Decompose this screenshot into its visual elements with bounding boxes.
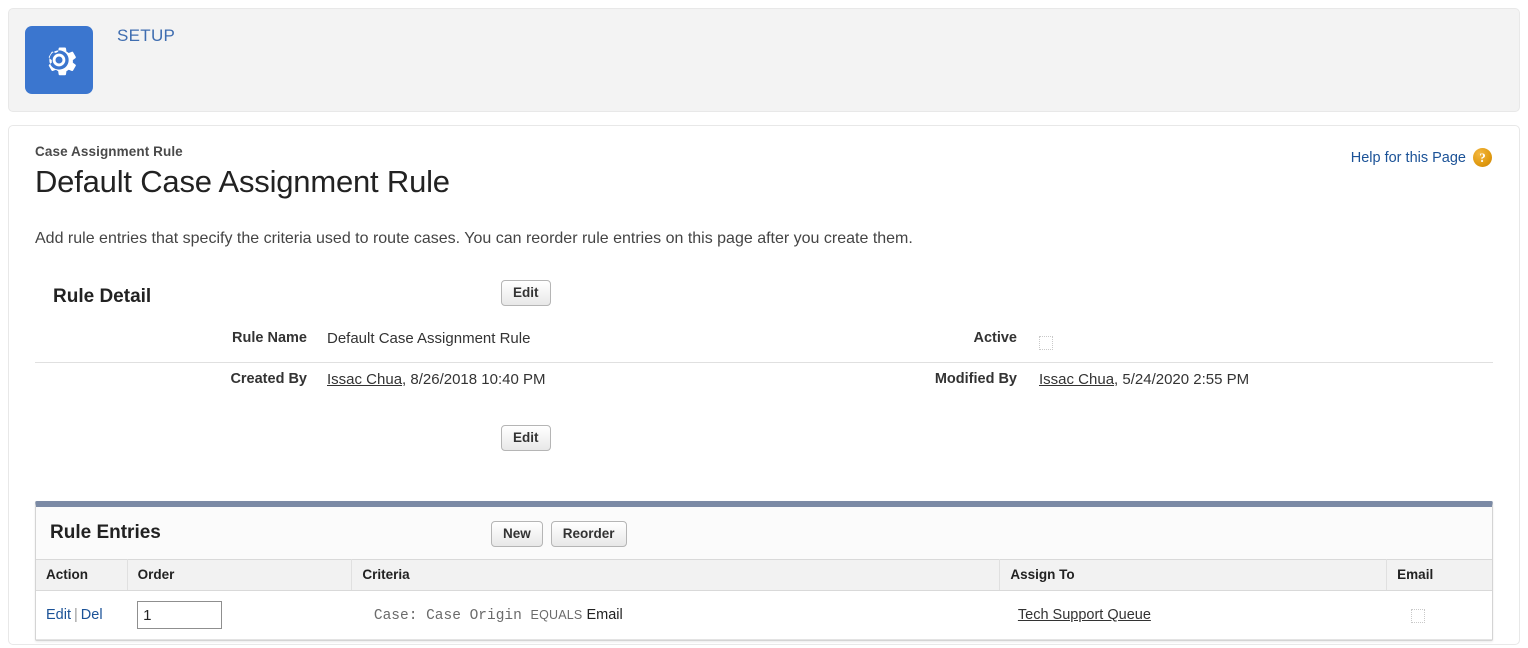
active-checkbox[interactable]	[1039, 336, 1053, 350]
help-for-this-page[interactable]: Help for this Page ?	[1351, 148, 1492, 167]
assign-to-link[interactable]: Tech Support Queue	[1018, 607, 1151, 623]
row-assign-to-cell: Tech Support Queue	[999, 590, 1387, 640]
criteria-field: Case: Case Origin	[373, 607, 522, 624]
edit-button-top[interactable]: Edit	[501, 280, 551, 306]
created-by-user-link[interactable]: Issac Chua	[327, 371, 402, 388]
help-link-label[interactable]: Help for this Page	[1351, 150, 1466, 166]
column-header-order: Order	[127, 559, 353, 591]
page-description: Add rule entries that specify the criter…	[35, 230, 913, 247]
rule-entries-header: Rule Entries New Reorder	[36, 507, 1492, 559]
rule-detail-fields: Rule Name Default Case Assignment Rule A…	[35, 322, 1493, 403]
rule-entries-table: Action Order Criteria Assign To Email Ed…	[36, 559, 1492, 640]
rule-detail-section: Rule Detail Edit Rule Name Default Case …	[35, 280, 1493, 451]
page-title: Default Case Assignment Rule	[35, 164, 450, 199]
modified-by-label: Modified By	[934, 371, 1017, 387]
rule-entries-actions: New Reorder	[491, 521, 627, 547]
table-row: Edit|Del Case: Case Origin EQUALS Email …	[36, 590, 1492, 640]
setup-header-card: SETUP	[8, 8, 1520, 112]
gear-icon	[25, 26, 93, 94]
main-content-card: Help for this Page ? Case Assignment Rul…	[8, 125, 1520, 645]
row-del-link[interactable]: Del	[81, 607, 103, 623]
column-header-action: Action	[36, 559, 128, 591]
action-separator: |	[74, 607, 78, 623]
criteria-space	[522, 608, 531, 624]
row-email-checkbox[interactable]	[1410, 609, 1425, 623]
setup-label: SETUP	[117, 26, 176, 45]
row-edit-link[interactable]: Edit	[46, 607, 71, 623]
question-mark-icon[interactable]: ?	[1473, 148, 1492, 167]
criteria-operator: EQUALS	[530, 607, 583, 622]
breadcrumb: Case Assignment Rule	[35, 144, 183, 159]
modified-by-value: Issac Chua, 5/24/2020 2:55 PM	[1017, 367, 1249, 388]
created-by-date: , 8/26/2018 10:40 PM	[402, 371, 546, 388]
edit-button-bottom[interactable]: Edit	[501, 425, 551, 451]
detail-row-rule-name: Rule Name Default Case Assignment Rule A…	[35, 322, 1493, 362]
rule-name-label: Rule Name	[232, 330, 307, 346]
created-by-label: Created By	[230, 371, 307, 387]
row-order-cell	[127, 590, 352, 640]
column-header-assign-to: Assign To	[999, 559, 1388, 591]
rule-detail-header: Rule Detail Edit	[35, 280, 1493, 314]
order-input[interactable]	[137, 601, 223, 629]
row-action-cell: Edit | Del	[36, 590, 128, 640]
active-checkbox-cell	[1017, 326, 1053, 354]
rule-detail-title: Rule Detail	[53, 286, 152, 307]
rule-name-value: Default Case Assignment Rule	[327, 330, 531, 347]
row-email-cell	[1386, 590, 1492, 640]
table-header-row: Action Order Criteria Assign To Email	[36, 559, 1492, 591]
setup-page: SETUP Help for this Page ? Case Assignme…	[0, 0, 1528, 648]
criteria-value: Email	[586, 606, 623, 623]
row-criteria-cell: Case: Case Origin EQUALS Email	[351, 590, 1000, 640]
rule-entries-panel: Rule Entries New Reorder Action Order Cr…	[35, 501, 1493, 641]
rule-entries-title: Rule Entries	[50, 522, 161, 543]
created-by-value: Issac Chua, 8/26/2018 10:40 PM	[307, 367, 867, 388]
column-header-criteria: Criteria	[351, 559, 1001, 591]
detail-row-created-by: Created By Issac Chua, 8/26/2018 10:40 P…	[35, 362, 1493, 403]
active-label: Active	[973, 330, 1017, 346]
reorder-button[interactable]: Reorder	[550, 521, 627, 547]
new-button[interactable]: New	[491, 521, 543, 547]
column-header-email: Email	[1386, 559, 1492, 591]
modified-by-user-link[interactable]: Issac Chua	[1039, 371, 1114, 388]
edit-button-bottom-wrap: Edit	[35, 425, 1493, 451]
modified-by-date: , 5/24/2020 2:55 PM	[1114, 371, 1250, 388]
